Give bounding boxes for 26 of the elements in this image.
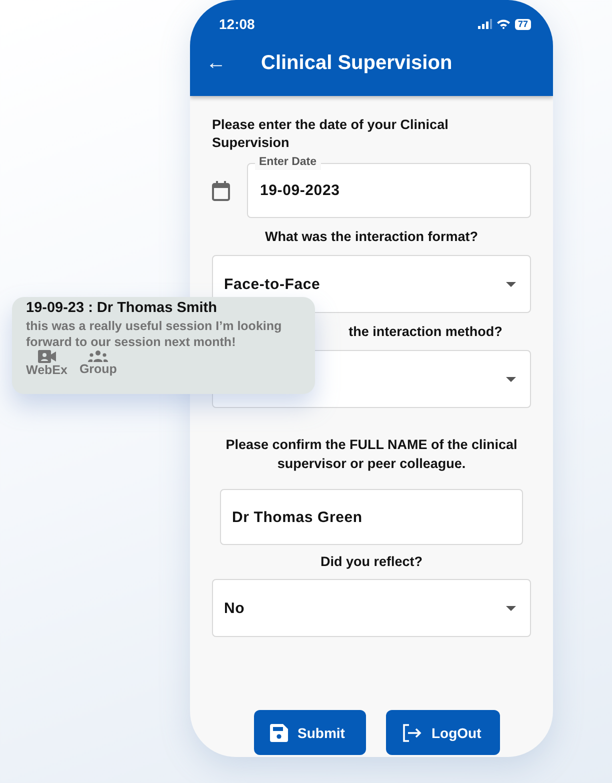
note-text: this was a really useful session I’m looking forward to our session next month! — [26, 318, 283, 350]
wifi-icon — [496, 19, 510, 29]
logout-icon — [402, 724, 422, 742]
method-question: the interaction method? — [348, 323, 504, 341]
dropdown-caret-icon — [506, 606, 516, 610]
tag-label: Group — [79, 362, 117, 376]
battery-level: 77 — [514, 18, 531, 30]
reflect-question: Did you reflect? — [319, 553, 424, 571]
calendar-icon[interactable] — [212, 180, 230, 200]
name-question: Please confirm the FULL NAME of the clinical supervisor or peer colleague. — [224, 436, 518, 473]
name-field[interactable]: Dr Thomas Green — [220, 489, 523, 545]
group-icon — [88, 350, 108, 362]
signal-icon — [478, 19, 492, 29]
save-icon — [270, 724, 288, 742]
reflect-select[interactable]: No — [212, 579, 531, 637]
status-time: 12:08 — [219, 16, 255, 32]
submit-button[interactable]: Submit — [254, 710, 366, 755]
date-question: Please enter the date of your Clinical Supervision — [212, 116, 450, 152]
back-button[interactable]: ← — [206, 52, 246, 75]
video-camera-icon — [38, 350, 56, 363]
dropdown-caret-icon — [506, 282, 516, 286]
logout-button[interactable]: LogOut — [386, 710, 500, 755]
format-question: What was the interaction format? — [264, 228, 480, 246]
dropdown-caret-icon — [506, 376, 516, 382]
screen-title: Clinical Supervision — [261, 52, 452, 75]
tag-label: WebEx — [26, 363, 68, 377]
